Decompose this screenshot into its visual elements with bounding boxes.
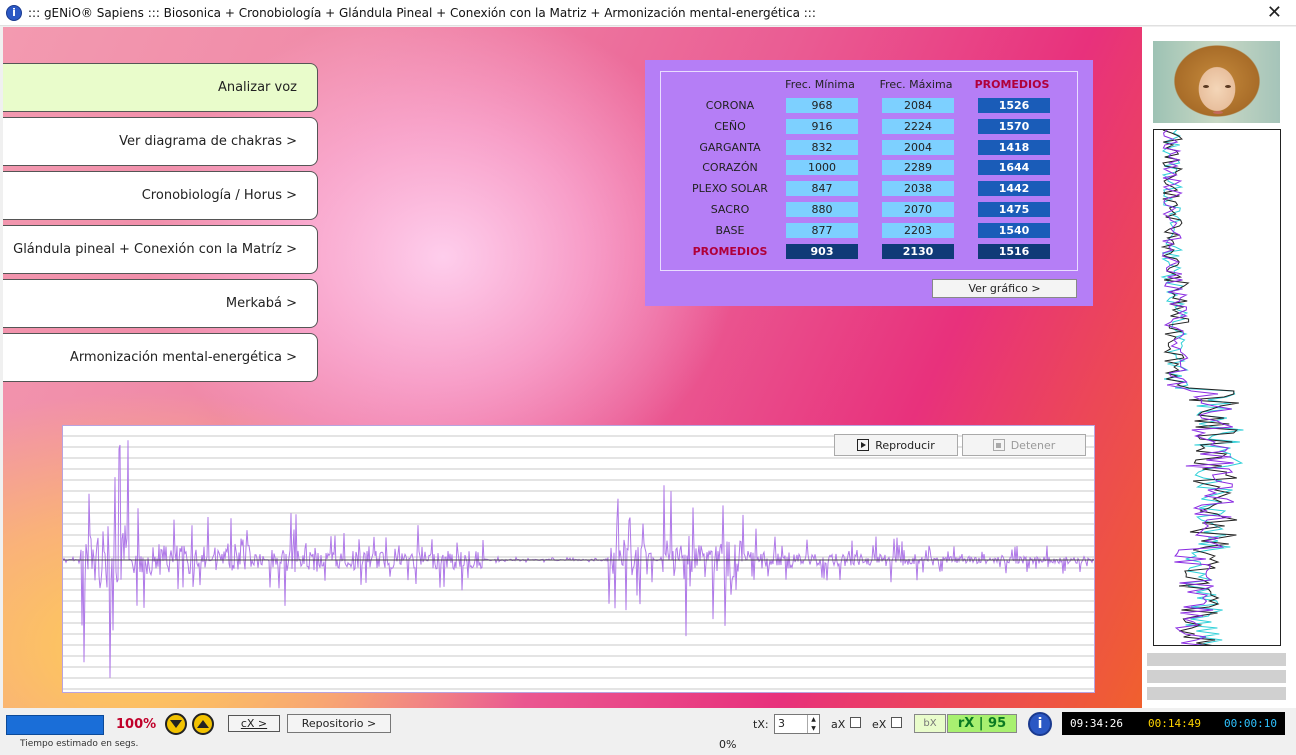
spin-arrows-icon[interactable]: ▲ ▼ <box>807 715 819 733</box>
menu-button-4[interactable]: Merkabá > <box>3 279 318 328</box>
stats-cell-min: 968 <box>786 98 858 113</box>
ver-grafico-button[interactable]: Ver gráfico > <box>932 279 1077 298</box>
stats-row-label: PROMEDIOS <box>692 244 768 258</box>
stats-cell-avg: 1418 <box>978 139 1050 155</box>
stats-row-label: BASE <box>715 223 745 237</box>
play-label: Reproducir <box>875 438 935 452</box>
header-min: Frec. Mínima <box>785 78 855 91</box>
stats-cell-min: 916 <box>786 118 858 134</box>
window-title: ::: gENiO® Sapiens ::: Biosonica + Crono… <box>28 5 816 20</box>
stats-cell-min: 847 <box>786 181 858 197</box>
arrow-down-icon <box>170 720 182 728</box>
stats-cell-avg: 1644 <box>978 160 1050 176</box>
right-frequency-chart <box>1153 129 1281 646</box>
stats-row-label: CEÑO <box>714 119 746 133</box>
bx-button[interactable]: bX <box>914 714 946 733</box>
stop-icon <box>992 439 1005 451</box>
waveform-trace <box>63 440 1094 678</box>
repositorio-button[interactable]: Repositorio > <box>287 714 391 733</box>
clock-time-2: 00:14:49 <box>1148 717 1201 730</box>
menu-button-3[interactable]: Glándula pineal + Conexión con la Matríz… <box>3 225 318 274</box>
progress-percent: 100% <box>116 717 157 732</box>
tx-value: 3 <box>778 717 785 730</box>
menu-button-2[interactable]: Cronobiología / Horus > <box>3 171 318 220</box>
stop-label: Detener <box>1010 438 1056 452</box>
stats-row-label: GARGANTA <box>699 140 761 154</box>
app-info-icon: i <box>6 4 22 21</box>
stats-cell-avg: 1570 <box>978 118 1050 134</box>
clock-display: 09:34:26 00:14:49 00:00:10 <box>1062 712 1285 735</box>
header-max: Frec. Máxima <box>879 78 953 91</box>
stop-button[interactable]: Detener <box>962 434 1086 456</box>
volume-down-button[interactable] <box>165 713 187 735</box>
ex-checkbox[interactable] <box>891 717 902 728</box>
menu-button-0[interactable]: Analizar voz <box>3 63 318 112</box>
stats-cell-max: 2004 <box>882 139 954 155</box>
stats-cell-min: 903 <box>786 243 858 259</box>
stats-cell-max: 2203 <box>882 222 954 238</box>
right-chart-series-purple <box>1162 130 1234 645</box>
ax-checkbox[interactable] <box>850 717 861 728</box>
stats-row-label: CORAZÓN <box>702 161 758 175</box>
stats-cell-avg: 1516 <box>978 243 1050 259</box>
stats-row-label: CORONA <box>705 99 755 112</box>
header-avg: PROMEDIOS <box>974 78 1050 91</box>
stats-cell-max: 2070 <box>882 202 954 217</box>
menu-button-1[interactable]: Ver diagrama de chakras > <box>3 117 318 166</box>
portrait-image <box>1153 41 1280 123</box>
status-bar: 100% cX > Repositorio > Tiempo estimado … <box>0 708 1296 755</box>
volume-up-button[interactable] <box>192 713 214 735</box>
stats-cell-min: 832 <box>786 139 858 155</box>
stats-cell-max: 2084 <box>882 98 954 113</box>
waveform-panel: Reproducir Detener <box>62 425 1095 693</box>
stats-cell-avg: 1442 <box>978 181 1050 197</box>
cx-button[interactable]: cX > <box>228 715 280 732</box>
gray-bar-3 <box>1147 687 1286 700</box>
stats-cell-max: 2224 <box>882 118 954 134</box>
menu-button-5[interactable]: Armonización mental-energética > <box>3 333 318 382</box>
stats-cell-max: 2038 <box>882 181 954 197</box>
progress-bar <box>6 715 104 735</box>
stats-row-label: SACRO <box>710 203 750 216</box>
play-button[interactable]: Reproducir <box>834 434 958 456</box>
stats-cell-min: 877 <box>786 222 858 238</box>
clock-time-3: 00:00:10 <box>1224 717 1277 730</box>
waveform-chart <box>63 435 1094 690</box>
stats-cell-min: 880 <box>786 202 858 217</box>
stats-cell-max: 2130 <box>882 243 954 259</box>
portrait-eye <box>1225 85 1231 88</box>
ax-label: aX <box>831 718 846 731</box>
gray-bar-1 <box>1147 653 1286 666</box>
stats-cell-avg: 1540 <box>978 222 1050 238</box>
stats-row-label: PLEXO SOLAR <box>692 182 768 196</box>
rx-indicator: rX | 95 <box>947 714 1017 733</box>
close-icon[interactable]: ✕ <box>1267 2 1282 23</box>
info-icon[interactable]: i <box>1028 712 1052 736</box>
portrait-lips <box>1213 111 1223 114</box>
play-icon <box>857 439 870 451</box>
bottom-percent: 0% <box>719 738 737 751</box>
tiempo-estimado-label: Tiempo estimado en segs. <box>20 739 139 749</box>
tx-stepper[interactable]: 3 ▲ ▼ <box>774 714 820 734</box>
title-bar: i ::: gENiO® Sapiens ::: Biosonica + Cro… <box>0 0 1296 26</box>
stats-cell-min: 1000 <box>786 160 858 176</box>
frequency-stats-panel: Frec. Mínima Frec. Máxima PROMEDIOS CORO… <box>645 60 1093 306</box>
ex-label: eX <box>872 718 887 731</box>
stats-cell-max: 2289 <box>882 160 954 176</box>
clock-time-1: 09:34:26 <box>1070 717 1123 730</box>
tx-label: tX: <box>753 718 769 731</box>
stats-cell-avg: 1475 <box>978 202 1050 217</box>
right-chart-svg <box>1160 130 1244 645</box>
arrow-up-icon <box>197 720 209 728</box>
stats-cell-avg: 1526 <box>978 98 1050 113</box>
gray-bar-2 <box>1147 670 1286 683</box>
portrait-eye <box>1203 85 1209 88</box>
